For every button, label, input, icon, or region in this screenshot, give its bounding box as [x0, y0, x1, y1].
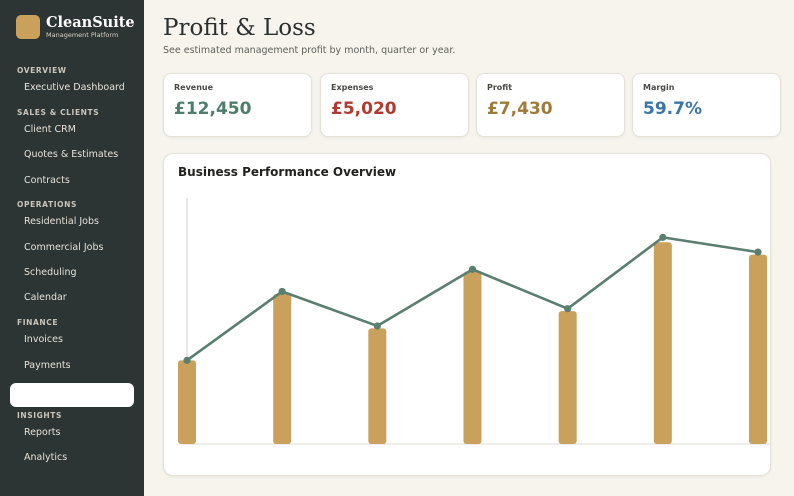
sidebar: CleanSuite Management Platform OVERVIEW … — [0, 0, 144, 496]
chart-point — [373, 322, 381, 330]
chart-bar — [749, 254, 767, 444]
sidebar-item-client-crm[interactable]: Client CRM — [24, 124, 76, 135]
kpi-value: £5,020 — [331, 99, 397, 119]
chart-bar — [653, 242, 672, 444]
chart-bar — [463, 271, 482, 444]
sidebar-item-analytics[interactable]: Analytics — [24, 452, 67, 463]
chart-point — [183, 356, 191, 364]
sidebar-item-quotes-estimates[interactable]: Quotes & Estimates — [24, 149, 118, 160]
brand-subtitle: Management Platform — [46, 31, 119, 39]
nav-section-finance: FINANCE — [17, 318, 59, 327]
kpi-label: Margin — [643, 83, 675, 92]
chart-point — [754, 248, 762, 256]
nav-section-insights: INSIGHTS — [17, 411, 63, 420]
brand-logo-icon — [16, 15, 40, 39]
kpi-card-revenue: Revenue £12,450 — [163, 73, 312, 137]
sidebar-item-reports[interactable]: Reports — [24, 427, 60, 438]
kpi-label: Revenue — [174, 83, 214, 92]
sidebar-item-active[interactable] — [10, 383, 134, 407]
kpi-value: £7,430 — [487, 99, 553, 119]
chart-bar — [368, 328, 387, 444]
chart-point — [468, 265, 477, 273]
kpi-label: Profit — [487, 83, 513, 92]
chart-point — [278, 287, 286, 296]
kpi-card-margin: Margin 59.7% — [632, 73, 781, 137]
chart-point — [659, 233, 667, 241]
page-subtitle: See estimated management profit by month… — [163, 45, 456, 56]
sidebar-item-commercial-jobs[interactable]: Commercial Jobs — [24, 242, 103, 253]
brand[interactable]: CleanSuite Management Platform — [16, 14, 140, 41]
sidebar-item-calendar[interactable]: Calendar — [24, 292, 67, 303]
brand-name: CleanSuite — [46, 14, 135, 31]
chart-point — [564, 305, 572, 313]
kpi-card-profit: Profit £7,430 — [476, 73, 625, 137]
chart-bar — [558, 311, 577, 444]
kpi-value: 59.7% — [643, 99, 702, 119]
sidebar-item-contracts[interactable]: Contracts — [24, 175, 70, 186]
performance-chart — [178, 198, 770, 445]
sidebar-item-payments[interactable]: Payments — [24, 360, 71, 371]
nav-section-operations: OPERATIONS — [17, 200, 77, 209]
page-title: Profit & Loss — [163, 15, 316, 41]
kpi-card-expenses: Expenses £5,020 — [320, 73, 469, 137]
sidebar-item-executive-dashboard[interactable]: Executive Dashboard — [24, 82, 125, 93]
sidebar-item-residential-jobs[interactable]: Residential Jobs — [24, 216, 99, 227]
chart-card: Business Performance Overview — [163, 153, 771, 476]
kpi-value: £12,450 — [174, 99, 252, 119]
sidebar-item-scheduling[interactable]: Scheduling — [24, 267, 77, 278]
sidebar-item-invoices[interactable]: Invoices — [24, 334, 63, 345]
kpi-label: Expenses — [331, 83, 374, 92]
chart-bar — [178, 360, 196, 444]
nav-section-overview: OVERVIEW — [17, 66, 67, 75]
nav-section-sales-clients: SALES & CLIENTS — [17, 108, 100, 117]
chart-bar — [273, 293, 292, 444]
